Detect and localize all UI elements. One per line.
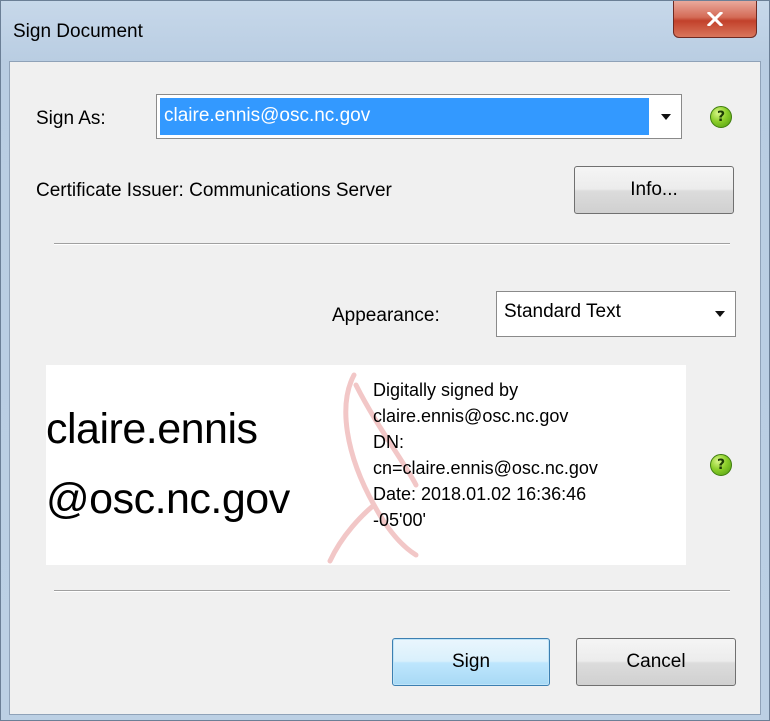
- signature-detail-line: Date: 2018.01.02 16:36:46: [373, 484, 587, 504]
- signature-preview: claire.ennis @osc.nc.gov Digitally signe…: [46, 365, 686, 565]
- signature-detail-line: claire.ennis@osc.nc.gov: [373, 406, 569, 426]
- help-icon[interactable]: ?: [710, 106, 732, 128]
- signature-name-line2: @osc.nc.gov: [46, 475, 290, 523]
- appearance-select[interactable]: Standard Text: [496, 291, 736, 337]
- sign-as-select[interactable]: claire.ennis@osc.nc.gov: [156, 94, 682, 139]
- info-button[interactable]: Info...: [574, 166, 734, 214]
- signature-detail-line: cn=claire.ennis@osc.nc.gov: [373, 458, 598, 478]
- sign-as-label: Sign As:: [36, 108, 106, 129]
- certificate-issuer-text: Certificate Issuer: Communications Serve…: [36, 180, 392, 201]
- separator: [54, 590, 730, 592]
- cancel-button[interactable]: Cancel: [576, 638, 736, 686]
- help-icon[interactable]: ?: [710, 454, 732, 476]
- chevron-down-icon[interactable]: [705, 292, 735, 336]
- appearance-label: Appearance:: [332, 305, 440, 326]
- signature-detail-line: DN:: [373, 432, 404, 452]
- separator: [54, 243, 730, 245]
- window-title: Sign Document: [13, 21, 143, 42]
- appearance-value: Standard Text: [504, 301, 621, 322]
- signature-detail-line: Digitally signed by: [373, 380, 519, 400]
- signature-detail-line: -05'00': [373, 510, 426, 530]
- close-icon: [707, 12, 723, 26]
- close-button[interactable]: [673, 1, 757, 38]
- chevron-down-icon[interactable]: [651, 95, 681, 138]
- sign-document-dialog: Sign Document Sign As: claire.ennis@osc.…: [0, 0, 770, 721]
- sign-as-value: claire.ennis@osc.nc.gov: [160, 98, 649, 135]
- sign-button[interactable]: Sign: [392, 638, 550, 686]
- signature-name-line1: claire.ennis: [46, 405, 258, 453]
- signature-details: Digitally signed by claire.ennis@osc.nc.…: [373, 377, 693, 533]
- dialog-body: Sign As: claire.ennis@osc.nc.gov ? Certi…: [9, 61, 761, 715]
- title-bar[interactable]: Sign Document: [1, 1, 769, 61]
